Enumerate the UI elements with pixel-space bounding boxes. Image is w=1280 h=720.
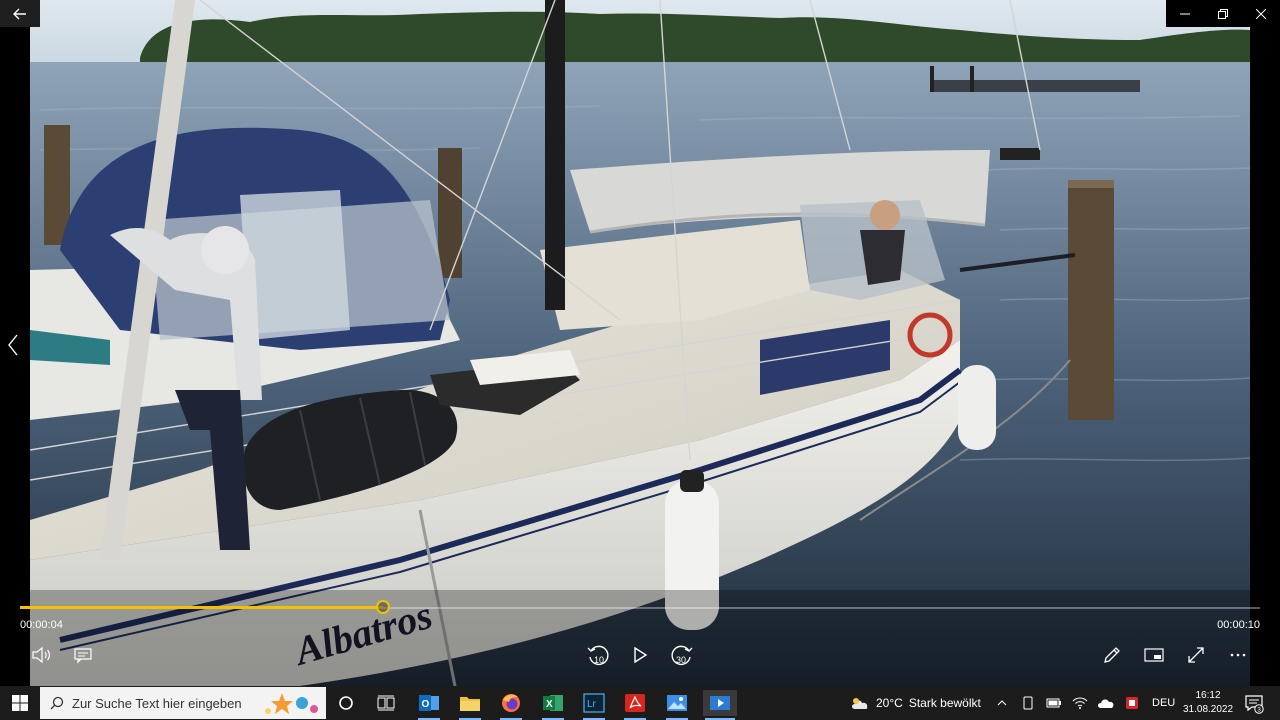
- wifi-icon: [1072, 697, 1088, 709]
- taskbar-clock[interactable]: 16:12 31.08.2022: [1183, 689, 1233, 717]
- chevron-up-icon: [997, 700, 1007, 706]
- video-frame[interactable]: Albatros: [0, 0, 1280, 686]
- forward-30-icon: 30: [671, 645, 693, 666]
- back-button[interactable]: [0, 0, 40, 27]
- tray-app[interactable]: [1123, 694, 1141, 712]
- edit-pencil-icon: [1104, 647, 1120, 663]
- clock-time: 16:12: [1195, 690, 1221, 701]
- rewind-10-label: 10: [594, 655, 604, 665]
- battery-icon: [1046, 698, 1061, 708]
- search-highlight-starfish-icon: [265, 693, 318, 714]
- play-icon: [634, 646, 648, 664]
- forward-30-button[interactable]: 30: [669, 642, 695, 668]
- forward-30-label: 30: [676, 655, 686, 665]
- outlook-label: O: [422, 699, 430, 710]
- arrow-left-icon: [13, 8, 26, 19]
- taskbar-firefox[interactable]: [498, 690, 524, 720]
- restore-button[interactable]: [1208, 0, 1238, 27]
- taskbar-file-explorer[interactable]: [457, 690, 483, 720]
- excel-icon: X: [543, 695, 563, 711]
- device-icon: [1023, 696, 1033, 710]
- search-placeholder: Zur Suche Text hier eingeben: [72, 695, 242, 711]
- acrobat-icon: [625, 694, 645, 712]
- photos-icon: [667, 695, 687, 711]
- weather-widget[interactable]: 20°C Stark bewölkt: [850, 686, 981, 720]
- subtitles-button[interactable]: [70, 642, 96, 668]
- harbor-photo: Albatros: [0, 0, 1280, 686]
- seek-bar-thumb[interactable]: [376, 600, 390, 614]
- outlook-icon: O: [419, 695, 439, 711]
- volume-icon: [32, 646, 50, 664]
- lightroom-label: Lr: [587, 699, 597, 710]
- input-language[interactable]: DEU: [1152, 686, 1175, 720]
- notification-center-button[interactable]: 3: [1243, 692, 1265, 714]
- cortana-button[interactable]: [333, 690, 359, 716]
- tray-wifi[interactable]: [1071, 694, 1089, 712]
- close-icon: [1256, 8, 1266, 19]
- more-icon: [1230, 653, 1246, 657]
- more-button[interactable]: [1225, 642, 1251, 668]
- weather-temperature: 20°C: [876, 696, 903, 710]
- fullscreen-button[interactable]: [1183, 642, 1209, 668]
- taskbar-photos[interactable]: [664, 690, 690, 720]
- mini-view-icon: [1144, 648, 1164, 662]
- search-icon: [50, 696, 64, 710]
- taskbar-lightroom[interactable]: Lr: [581, 690, 607, 720]
- show-hidden-icons-button[interactable]: [993, 694, 1011, 712]
- task-view-button[interactable]: [373, 690, 399, 716]
- onedrive-icon: [1098, 699, 1114, 708]
- volume-button[interactable]: [28, 642, 54, 668]
- minimize-button[interactable]: [1170, 0, 1200, 27]
- windows-logo-icon: [12, 695, 28, 711]
- task-view-icon: [377, 695, 395, 711]
- mini-view-button[interactable]: [1141, 642, 1167, 668]
- taskbar-acrobat[interactable]: [622, 690, 648, 720]
- window-controls: [1166, 0, 1280, 27]
- excel-label: X: [546, 699, 553, 710]
- notification-count: 3: [1257, 707, 1261, 714]
- firefox-icon: [502, 694, 520, 712]
- lightroom-icon: Lr: [583, 693, 605, 713]
- weather-description: Stark bewölkt: [908, 696, 981, 710]
- taskbar-outlook[interactable]: O: [416, 690, 442, 720]
- play-button[interactable]: [627, 642, 653, 668]
- cloud-icon: [852, 698, 868, 709]
- taskbar-excel[interactable]: X: [540, 690, 566, 720]
- tray-device[interactable]: [1019, 694, 1037, 712]
- rewind-10-button[interactable]: 10: [585, 642, 611, 668]
- clock-date: 31.08.2022: [1183, 704, 1234, 715]
- total-time: 00:00:10: [1217, 619, 1260, 631]
- taskbar-media-player[interactable]: [703, 690, 737, 720]
- current-time: 00:00:04: [20, 619, 63, 631]
- edit-button[interactable]: [1099, 642, 1125, 668]
- rewind-10-icon: 10: [587, 645, 609, 666]
- taskbar-search-box[interactable]: Zur Suche Text hier eingeben: [40, 687, 326, 719]
- start-button[interactable]: [0, 686, 40, 720]
- close-button[interactable]: [1246, 0, 1276, 27]
- subtitles-icon: [74, 648, 92, 664]
- taskbar: Zur Suche Text hier eingeben O X Lr 20°C…: [0, 686, 1280, 720]
- red-app-icon: [1126, 697, 1138, 709]
- fullscreen-icon: [1188, 647, 1204, 663]
- tray-onedrive[interactable]: [1097, 694, 1115, 712]
- restore-icon: [1218, 8, 1228, 19]
- media-player-icon: [710, 696, 730, 710]
- seek-bar-progress: [20, 606, 383, 609]
- cortana-icon: [339, 696, 353, 710]
- notification-icon: 3: [1245, 695, 1264, 714]
- file-explorer-icon: [460, 697, 480, 711]
- previous-item-button[interactable]: [4, 330, 22, 360]
- tray-battery[interactable]: [1045, 694, 1063, 712]
- minimize-icon: [1180, 13, 1190, 14]
- chevron-left-icon: [8, 334, 18, 356]
